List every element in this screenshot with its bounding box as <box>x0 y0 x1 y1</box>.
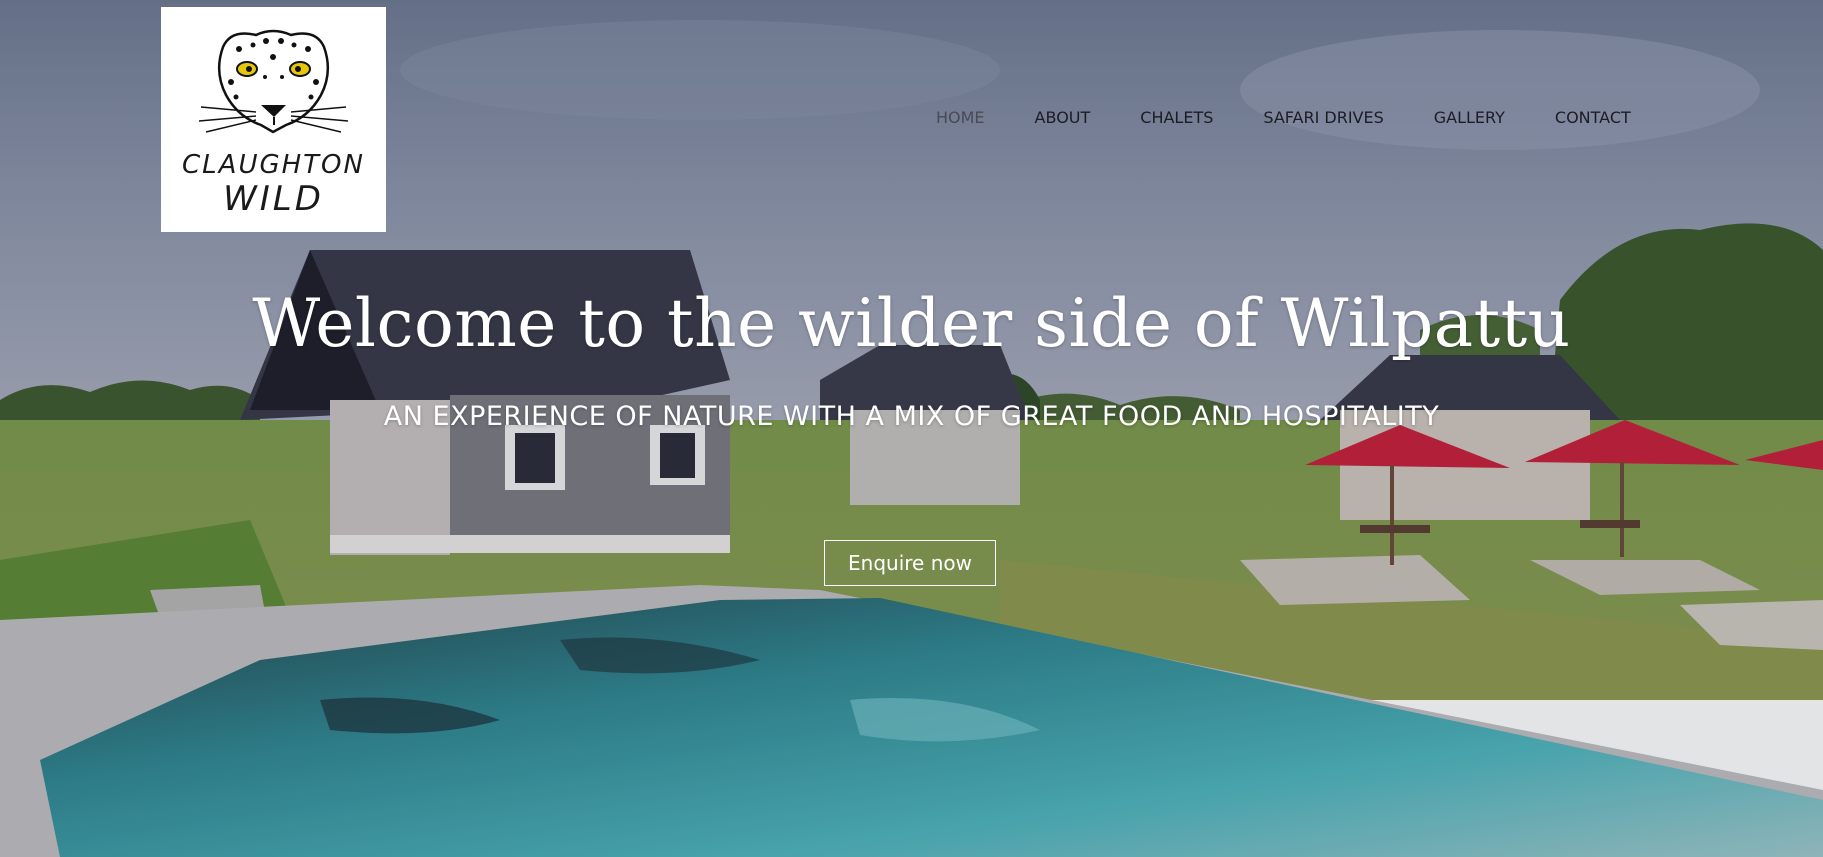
nav-item-contact[interactable]: CONTACT <box>1555 108 1631 127</box>
hero-headline: Welcome to the wilder side of Wilpattu <box>252 285 1571 362</box>
nav-item-home[interactable]: HOME <box>936 108 985 127</box>
hero-section: CLAUGHTON WILD HOME ABOUT CHALETS SAFARI… <box>0 0 1823 857</box>
hero-subheadline: AN EXPERIENCE OF NATURE WITH A MIX OF GR… <box>383 401 1440 432</box>
logo[interactable]: CLAUGHTON WILD <box>161 7 386 232</box>
nav-item-about[interactable]: ABOUT <box>1035 108 1091 127</box>
enquire-now-button[interactable]: Enquire now <box>824 540 996 586</box>
leopard-face-icon <box>198 29 349 134</box>
nav-item-safari-drives[interactable]: SAFARI DRIVES <box>1263 108 1383 127</box>
main-nav: HOME ABOUT CHALETS SAFARI DRIVES GALLERY… <box>936 108 1631 127</box>
logo-text-line1: CLAUGHTON <box>182 150 365 180</box>
nav-item-chalets[interactable]: CHALETS <box>1140 108 1213 127</box>
nav-item-gallery[interactable]: GALLERY <box>1434 108 1505 127</box>
logo-text-line2: WILD <box>223 179 324 219</box>
